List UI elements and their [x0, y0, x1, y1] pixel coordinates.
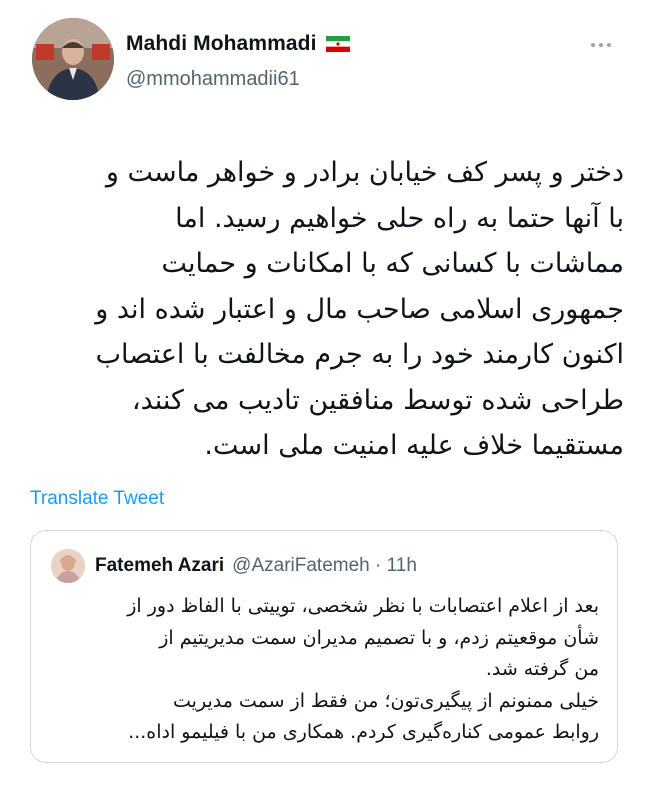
- quoted-author-avatar[interactable]: [51, 549, 85, 583]
- tweet-line: مماشات با کسانی که با امکانات و حمایت: [161, 248, 625, 279]
- quoted-line: خیلی ممنونم از پیگیری‌تون؛ من فقط از سمت…: [173, 689, 599, 712]
- author-name[interactable]: Mahdi Mohammadi: [126, 32, 317, 56]
- quoted-line: بعد از اعلام اعتصابات با نظر شخصی، توییت…: [127, 595, 599, 617]
- tweet-line: طراحی شده توسط منافقین تادیب می کنند،: [131, 384, 624, 416]
- iran-flag-icon: [325, 36, 350, 52]
- tweet-line: مستقیما خلاف علیه امنیت ملی است.: [204, 430, 624, 461]
- more-options-icon[interactable]: [586, 38, 616, 52]
- author-handle[interactable]: @mmohammadii61: [126, 68, 300, 91]
- author-name-row: Mahdi Mohammadi: [126, 32, 350, 56]
- tweet-header: Mahdi Mohammadi @mmohammadii61: [32, 18, 622, 108]
- tweet-text: دختر و پسر کف خیابان برادر و خواهر ماست …: [24, 150, 624, 469]
- quoted-paragraph: خیلی ممنونم از پیگیری‌تون؛ من فقط از سمت…: [51, 686, 599, 749]
- quoted-line: شأن موقعیتم زدم، و با تصمیم مدیران سمت م…: [159, 626, 599, 649]
- quoted-author-meta: @AzariFatemeh · 11h: [232, 555, 417, 576]
- tweet-line: اکنون کارمند خود را به جرم مخالفت با اعت…: [95, 339, 624, 370]
- quoted-tweet-header: Fatemeh Azari @AzariFatemeh · 11h: [51, 549, 417, 583]
- quoted-paragraph: بعد از اعلام اعتصابات با نظر شخصی، توییت…: [51, 591, 599, 686]
- quoted-line: روابط عمومی کناره‌گیری کردم. همکاری من ب…: [128, 721, 599, 743]
- tweet-line: دختر و پسر کف خیابان برادر و خواهر ماست …: [105, 157, 624, 188]
- translate-tweet-link[interactable]: Translate Tweet: [30, 488, 164, 510]
- author-avatar[interactable]: [32, 18, 114, 100]
- quoted-line: من گرفته شد.: [485, 658, 599, 680]
- quoted-tweet-text: بعد از اعلام اعتصابات با نظر شخصی، توییت…: [51, 591, 599, 749]
- tweet-line: جمهوری اسلامی صاحب مال و اعتبار شده اند …: [95, 293, 624, 325]
- quoted-author-name[interactable]: Fatemeh Azari: [95, 555, 224, 577]
- tweet-line: با آنها حتما به راه حلی خواهیم رسید. اما: [175, 202, 624, 234]
- quoted-tweet-card[interactable]: Fatemeh Azari @AzariFatemeh · 11h بعد از…: [30, 530, 618, 763]
